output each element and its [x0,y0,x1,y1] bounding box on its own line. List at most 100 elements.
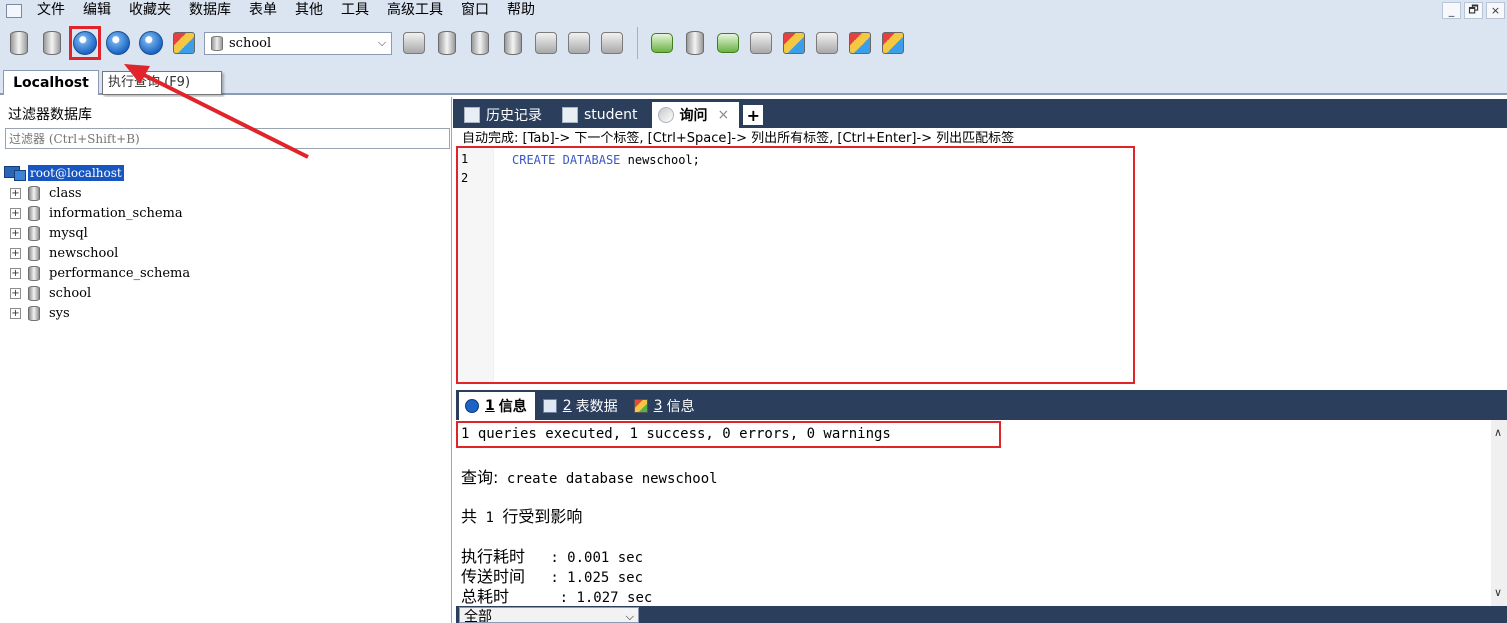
close-icon[interactable]: × [718,107,730,123]
create-table-button[interactable] [464,26,496,60]
result-scrollbar[interactable]: ∧ ∨ [1491,420,1507,606]
expand-icon[interactable]: + [10,267,21,279]
execute-edit-icon [139,31,163,55]
tab-label: 历史记录 [486,108,542,124]
hierarchy-icon [882,32,904,54]
tree-item-label: sys [49,305,70,321]
tree-item-label: performance_schema [49,265,191,281]
execute-all-button[interactable] [102,26,134,60]
menu-file[interactable]: 文件 [28,0,74,21]
expand-icon[interactable]: + [10,247,21,259]
table-data-button[interactable] [530,26,562,60]
backup-icon [504,31,522,55]
expand-icon[interactable]: + [10,187,21,199]
add-tab-button[interactable]: + [743,105,764,125]
sync-button[interactable] [712,26,744,60]
result-panel[interactable]: 1 queries executed, 1 success, 0 errors,… [456,420,1491,606]
database-tree: root@localhost + class + information_sch… [4,163,190,323]
copy-table-button[interactable] [596,26,628,60]
database-icon [28,205,40,221]
tab-table-data[interactable]: 2 表数据 [537,392,626,420]
export-button[interactable] [679,26,711,60]
schema-designer-icon [783,32,805,54]
expand-icon[interactable]: + [10,287,21,299]
tab-number: 1 [485,398,495,414]
database-icon [28,225,40,241]
scope-select[interactable]: 全部 ⌵ [459,607,639,623]
database-select[interactable]: school ⌵ [204,31,392,55]
expand-icon[interactable]: + [10,207,21,219]
tree-item-label: mysql [49,225,88,241]
tree-root[interactable]: root@localhost [4,163,190,183]
menu-advanced-tools[interactable]: 高级工具 [378,0,452,21]
new-query-button[interactable] [36,26,68,60]
keyword-database: DATABASE [562,153,621,167]
database-icon [28,245,40,261]
expand-icon[interactable]: + [10,307,21,319]
menu-database[interactable]: 数据库 [180,0,240,21]
tab-student[interactable]: student [556,102,648,128]
close-button[interactable]: × [1486,2,1505,19]
create-database-button[interactable] [431,26,463,60]
scheduled-jobs-button[interactable] [811,26,843,60]
scroll-up-icon[interactable]: ∧ [1494,426,1502,439]
sql-editor[interactable]: 1 2 CREATE DATABASE newschool; [456,146,1507,384]
tab-label: student [584,107,638,123]
tree-item-newschool[interactable]: + newschool [4,243,190,263]
tab-info[interactable]: 3 信息 [628,392,703,420]
menu-favorites[interactable]: 收藏夹 [120,0,180,21]
info-blocks-icon [633,399,648,413]
execute-edit-button[interactable] [135,26,167,60]
result-total-time: 总耗时 : 1.027 sec [461,583,652,607]
restore-button[interactable]: 🗗 [1464,2,1483,19]
tab-localhost[interactable]: Localhost [3,70,99,95]
report-button[interactable] [844,26,876,60]
menu-help[interactable]: 帮助 [498,0,544,21]
play-icon [73,31,97,55]
tree-item-mysql[interactable]: + mysql [4,223,190,243]
menu-window[interactable]: 窗口 [452,0,498,21]
menu-edit[interactable]: 编辑 [74,0,120,21]
structure-button[interactable] [877,26,909,60]
schema-sync-button[interactable] [745,26,777,60]
result-tab-bar: 1 信息 2 表数据 3 信息 [456,390,1507,420]
sync-icon [717,33,739,53]
query-builder-button[interactable] [168,26,200,60]
tree-item-information-schema[interactable]: + information_schema [4,203,190,223]
tree-item-school[interactable]: + school [4,283,190,303]
menu-other[interactable]: 其他 [286,0,332,21]
monitor-icon [816,32,838,54]
table-structure-button[interactable] [563,26,595,60]
scroll-down-icon[interactable]: ∨ [1494,586,1502,599]
grid-icon [568,32,590,54]
toolbar-separator [637,27,638,59]
identifier: newschool; [627,153,700,167]
tab-label: 表数据 [575,399,618,415]
connection-tab-bar: Localhost [0,65,1507,95]
app-icon[interactable] [6,3,22,18]
keyword-create: CREATE [512,153,556,167]
backup-database-button[interactable] [497,26,529,60]
calendar-icon [464,107,480,123]
copy-table-icon [601,32,623,54]
execute-query-button[interactable] [69,26,101,60]
expand-icon[interactable]: + [10,227,21,239]
tree-item-sys[interactable]: + sys [4,303,190,323]
info-icon [465,399,479,413]
fast-forward-icon [106,31,130,55]
schema-designer-button[interactable] [778,26,810,60]
tab-query[interactable]: 询问 × [651,102,740,128]
minimize-button[interactable]: _ [1442,2,1461,19]
menu-table[interactable]: 表单 [240,0,286,21]
filter-input[interactable] [5,128,450,149]
tab-messages[interactable]: 1 信息 [459,392,535,420]
tree-item-performance-schema[interactable]: + performance_schema [4,263,190,283]
line-number-gutter: 1 2 [456,146,494,384]
new-connection-button[interactable] [3,26,35,60]
user-manager-button[interactable] [398,26,430,60]
tab-history[interactable]: 历史记录 [458,102,552,128]
menu-tools[interactable]: 工具 [332,0,378,21]
export-icon [686,31,704,55]
import-button[interactable] [646,26,678,60]
tree-item-class[interactable]: + class [4,183,190,203]
